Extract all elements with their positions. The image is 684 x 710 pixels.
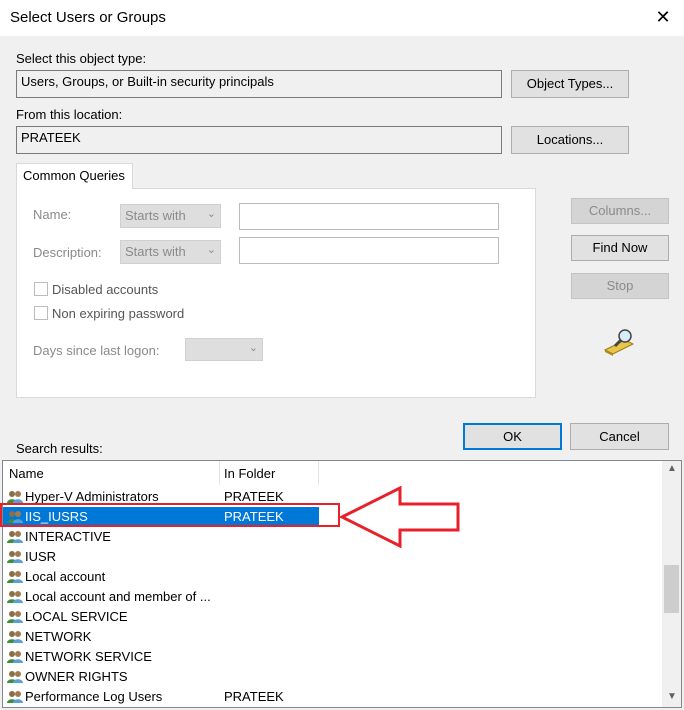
ok-button[interactable]: OK — [463, 423, 562, 450]
list-item[interactable]: INTERACTIVE — [3, 527, 663, 547]
list-item[interactable]: NETWORK — [3, 627, 663, 647]
search-animation-icon — [603, 326, 637, 356]
description-input[interactable] — [239, 237, 499, 264]
location-field: PRATEEK — [16, 126, 502, 154]
list-item-folder: PRATEEK — [224, 489, 284, 504]
list-item-name: INTERACTIVE — [25, 529, 111, 544]
list-item-name: Local account — [25, 569, 106, 584]
list-item-name: LOCAL SERVICE — [25, 609, 128, 624]
list-item-folder: PRATEEK — [224, 689, 284, 704]
list-item[interactable]: Local account — [3, 567, 663, 587]
list-item-name: NETWORK SERVICE — [25, 649, 152, 664]
locations-button[interactable]: Locations... — [511, 126, 629, 154]
stop-button[interactable]: Stop — [571, 273, 669, 299]
name-input[interactable] — [239, 203, 499, 230]
cancel-button[interactable]: Cancel — [570, 423, 669, 450]
column-header-name[interactable]: Name — [9, 466, 44, 481]
name-mode-select[interactable]: Starts with ⌄ — [120, 204, 221, 228]
scrollbar-thumb[interactable] — [664, 565, 679, 613]
users-group-icon — [7, 590, 23, 604]
users-group-icon — [7, 670, 23, 684]
list-item-name: Performance Log Users — [25, 689, 163, 704]
find-now-button[interactable]: Find Now — [571, 235, 669, 261]
users-group-icon — [7, 650, 23, 664]
list-item[interactable]: NETWORK SERVICE — [3, 647, 663, 667]
disabled-accounts-checkbox[interactable] — [34, 282, 48, 296]
list-item-name: Local account and member of ... — [25, 589, 211, 604]
name-mode-value: Starts with — [125, 208, 186, 223]
annotation-arrow-icon — [338, 485, 460, 549]
list-item[interactable]: OWNER RIGHTS — [3, 667, 663, 687]
tab-common-queries[interactable]: Common Queries — [16, 163, 133, 189]
column-divider[interactable] — [318, 461, 319, 485]
description-mode-select[interactable]: Starts with ⌄ — [120, 240, 221, 264]
object-types-button[interactable]: Object Types... — [511, 70, 629, 98]
list-item[interactable]: Local account and member of ... — [3, 587, 663, 607]
disabled-accounts-label: Disabled accounts — [52, 282, 159, 297]
users-group-icon — [7, 610, 23, 624]
description-mode-value: Starts with — [125, 244, 186, 259]
object-type-field: Users, Groups, or Built-in security prin… — [16, 70, 502, 98]
annotation-highlight-box — [0, 503, 340, 527]
list-item[interactable]: IUSR — [3, 547, 663, 567]
list-item-name: Hyper-V Administrators — [25, 489, 159, 504]
close-icon[interactable]: ✕ — [652, 6, 674, 28]
column-header-in-folder[interactable]: In Folder — [224, 466, 275, 481]
scroll-up-icon[interactable]: ▲ — [667, 463, 677, 474]
location-label: From this location: — [16, 107, 123, 122]
chevron-down-icon: ⌄ — [206, 244, 216, 256]
chevron-down-icon: ⌄ — [248, 342, 258, 354]
non-expiring-label: Non expiring password — [52, 306, 185, 321]
non-expiring-checkbox[interactable] — [34, 306, 48, 320]
name-label: Name: — [33, 207, 72, 222]
users-group-icon — [7, 570, 23, 584]
description-label: Description: — [33, 245, 102, 260]
users-group-icon — [7, 630, 23, 644]
list-item-name: IUSR — [25, 549, 57, 564]
users-group-icon — [7, 550, 23, 564]
columns-button[interactable]: Columns... — [571, 198, 669, 224]
chevron-down-icon: ⌄ — [206, 208, 216, 220]
users-group-icon — [7, 490, 23, 504]
days-since-logon-label: Days since last logon: — [33, 343, 160, 358]
column-divider[interactable] — [219, 461, 220, 485]
list-header: Name In Folder — [3, 461, 663, 485]
list-item[interactable]: Performance Log Users PRATEEK — [3, 687, 663, 707]
window-title: Select Users or Groups — [10, 9, 166, 26]
object-type-label: Select this object type: — [16, 51, 147, 66]
search-results-label: Search results: — [16, 441, 103, 456]
list-item[interactable]: LOCAL SERVICE — [3, 607, 663, 627]
days-since-logon-select[interactable]: ⌄ — [185, 338, 263, 361]
users-group-icon — [7, 530, 23, 544]
list-item-name: OWNER RIGHTS — [25, 669, 128, 684]
list-item-name: NETWORK — [25, 629, 92, 644]
users-group-icon — [7, 690, 23, 704]
scroll-down-icon[interactable]: ▼ — [667, 691, 677, 702]
